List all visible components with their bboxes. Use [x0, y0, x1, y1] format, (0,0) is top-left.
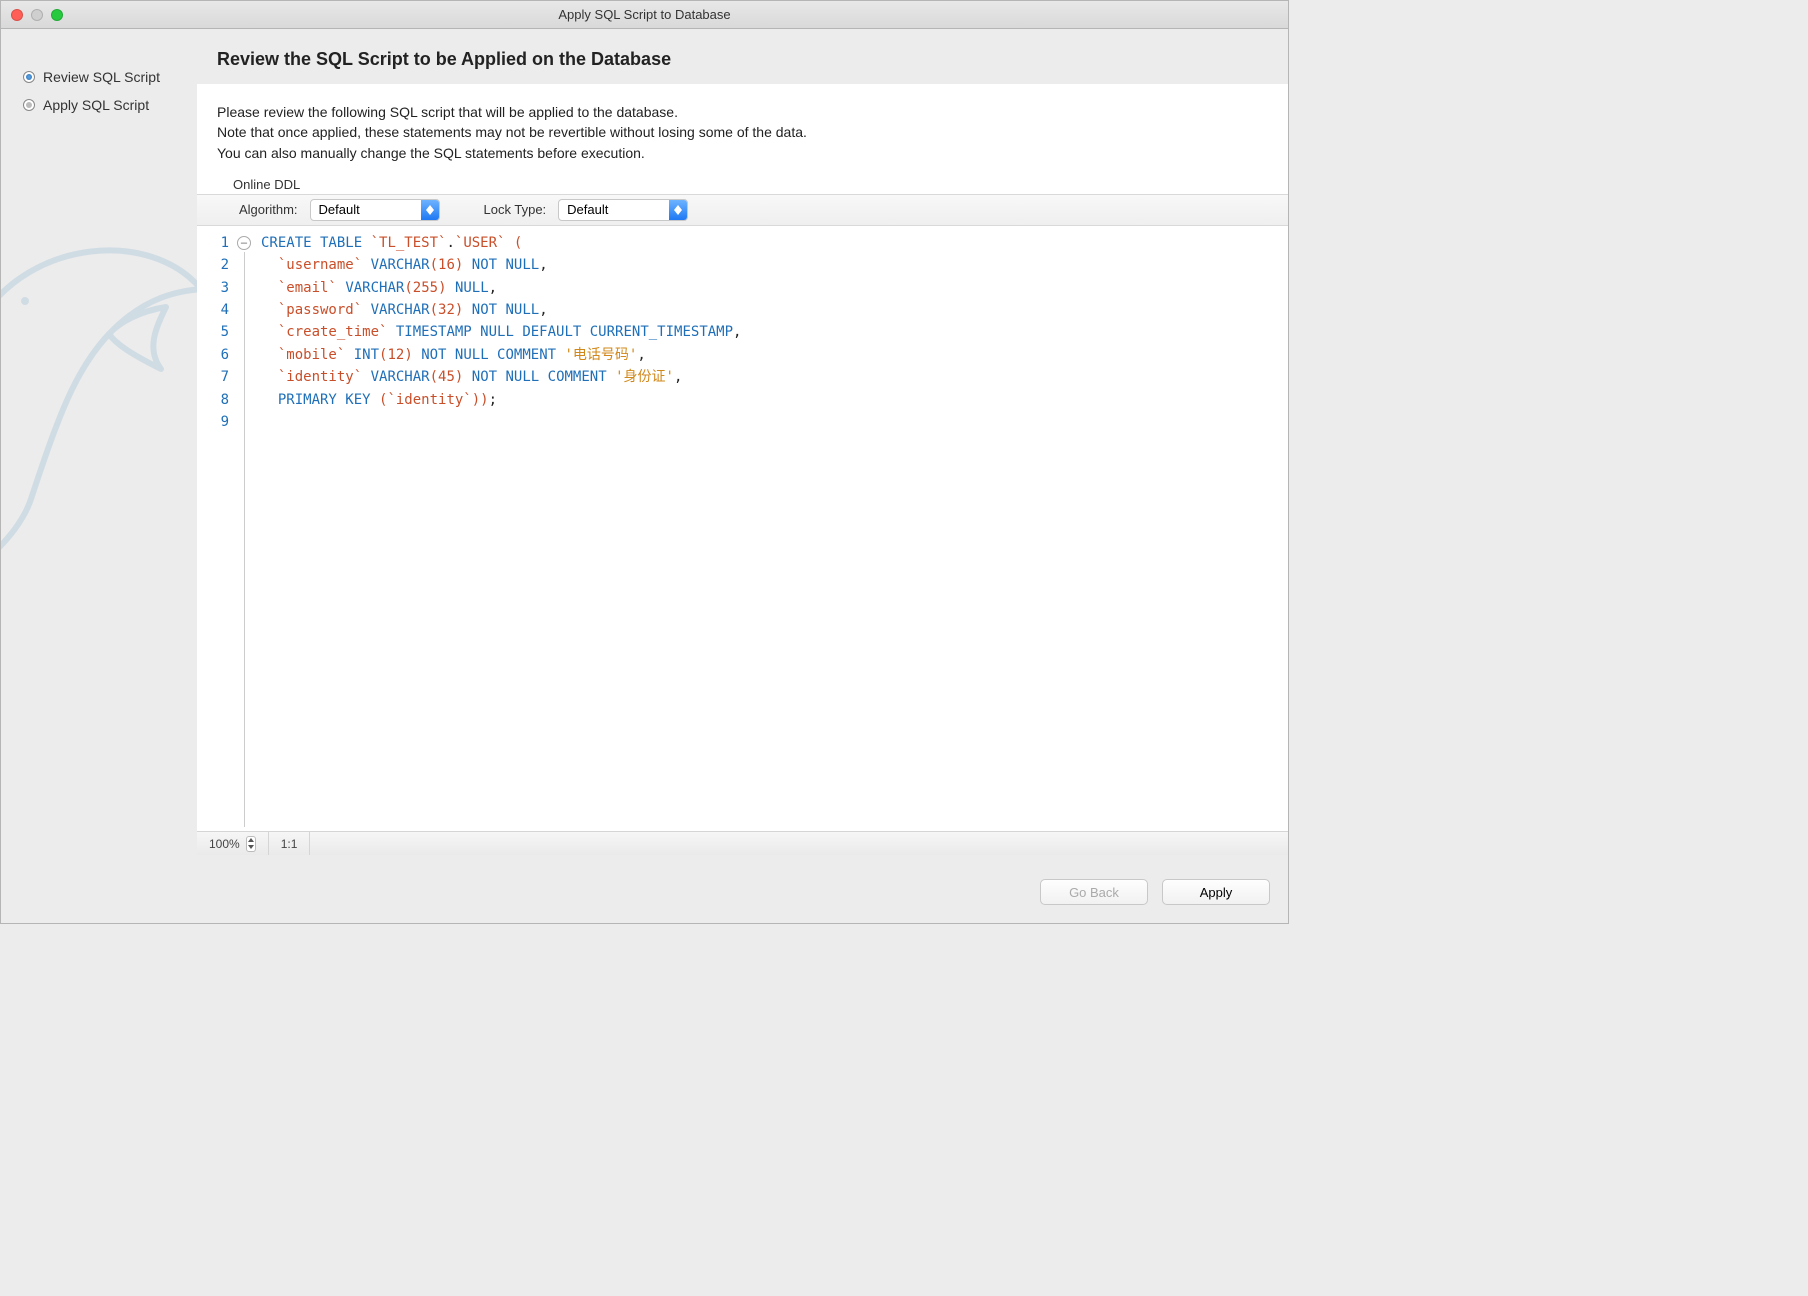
editor-statusbar: 100% 1:1	[197, 831, 1288, 855]
select-chevrons-icon	[669, 200, 687, 220]
wizard-step-apply[interactable]: Apply SQL Script	[23, 97, 185, 113]
ratio-cell: 1:1	[269, 832, 311, 855]
line-number-gutter: 1 2 3 4 5 6 7 8 9	[197, 232, 237, 831]
instructions: Please review the following SQL script t…	[197, 84, 1288, 171]
online-ddl-label: Online DDL	[197, 171, 1288, 194]
lock-type-label: Lock Type:	[484, 202, 547, 217]
page-heading: Review the SQL Script to be Applied on t…	[217, 49, 1268, 70]
dialog-window: Apply SQL Script to Database Review SQL …	[0, 0, 1289, 924]
dialog-body: Review SQL Script Apply SQL Script Revie…	[1, 29, 1288, 923]
algorithm-select[interactable]: Default	[310, 199, 440, 221]
zoom-cell[interactable]: 100%	[197, 832, 269, 855]
main-panel: Review the SQL Script to be Applied on t…	[197, 29, 1288, 923]
zoom-stepper[interactable]	[246, 836, 256, 852]
lock-type-value: Default	[559, 202, 669, 217]
go-back-button: Go Back	[1040, 879, 1148, 905]
radio-inactive-icon	[23, 99, 35, 111]
online-ddl-row: Algorithm: Default Lock Type: Default	[197, 194, 1288, 226]
dolphin-logo	[1, 199, 197, 599]
apply-button[interactable]: Apply	[1162, 879, 1270, 905]
radio-active-icon	[23, 71, 35, 83]
zoom-value: 100%	[209, 837, 240, 851]
titlebar: Apply SQL Script to Database	[1, 1, 1288, 29]
lock-type-select[interactable]: Default	[558, 199, 688, 221]
select-chevrons-icon	[421, 200, 439, 220]
ratio-value: 1:1	[281, 837, 298, 851]
header-area: Review the SQL Script to be Applied on t…	[197, 29, 1288, 84]
wizard-step-review[interactable]: Review SQL Script	[23, 69, 185, 85]
sql-editor[interactable]: 1 2 3 4 5 6 7 8 9 − CREATE TABLE `TL	[197, 226, 1288, 831]
fold-column: −	[237, 232, 257, 831]
instruction-line: Note that once applied, these statements…	[217, 122, 1268, 142]
instruction-line: You can also manually change the SQL sta…	[217, 143, 1268, 163]
algorithm-label: Algorithm:	[239, 202, 298, 217]
algorithm-value: Default	[311, 202, 421, 217]
instruction-line: Please review the following SQL script t…	[217, 102, 1268, 122]
wizard-step-label: Review SQL Script	[43, 69, 160, 85]
window-title: Apply SQL Script to Database	[1, 7, 1288, 22]
fold-toggle-icon[interactable]: −	[237, 236, 251, 250]
wizard-sidebar: Review SQL Script Apply SQL Script	[1, 29, 197, 923]
content-area: Please review the following SQL script t…	[197, 84, 1288, 855]
wizard-step-label: Apply SQL Script	[43, 97, 149, 113]
dialog-footer: Go Back Apply	[197, 855, 1288, 923]
code-content[interactable]: CREATE TABLE `TL_TEST`.`USER` ( `usernam…	[257, 232, 1288, 831]
